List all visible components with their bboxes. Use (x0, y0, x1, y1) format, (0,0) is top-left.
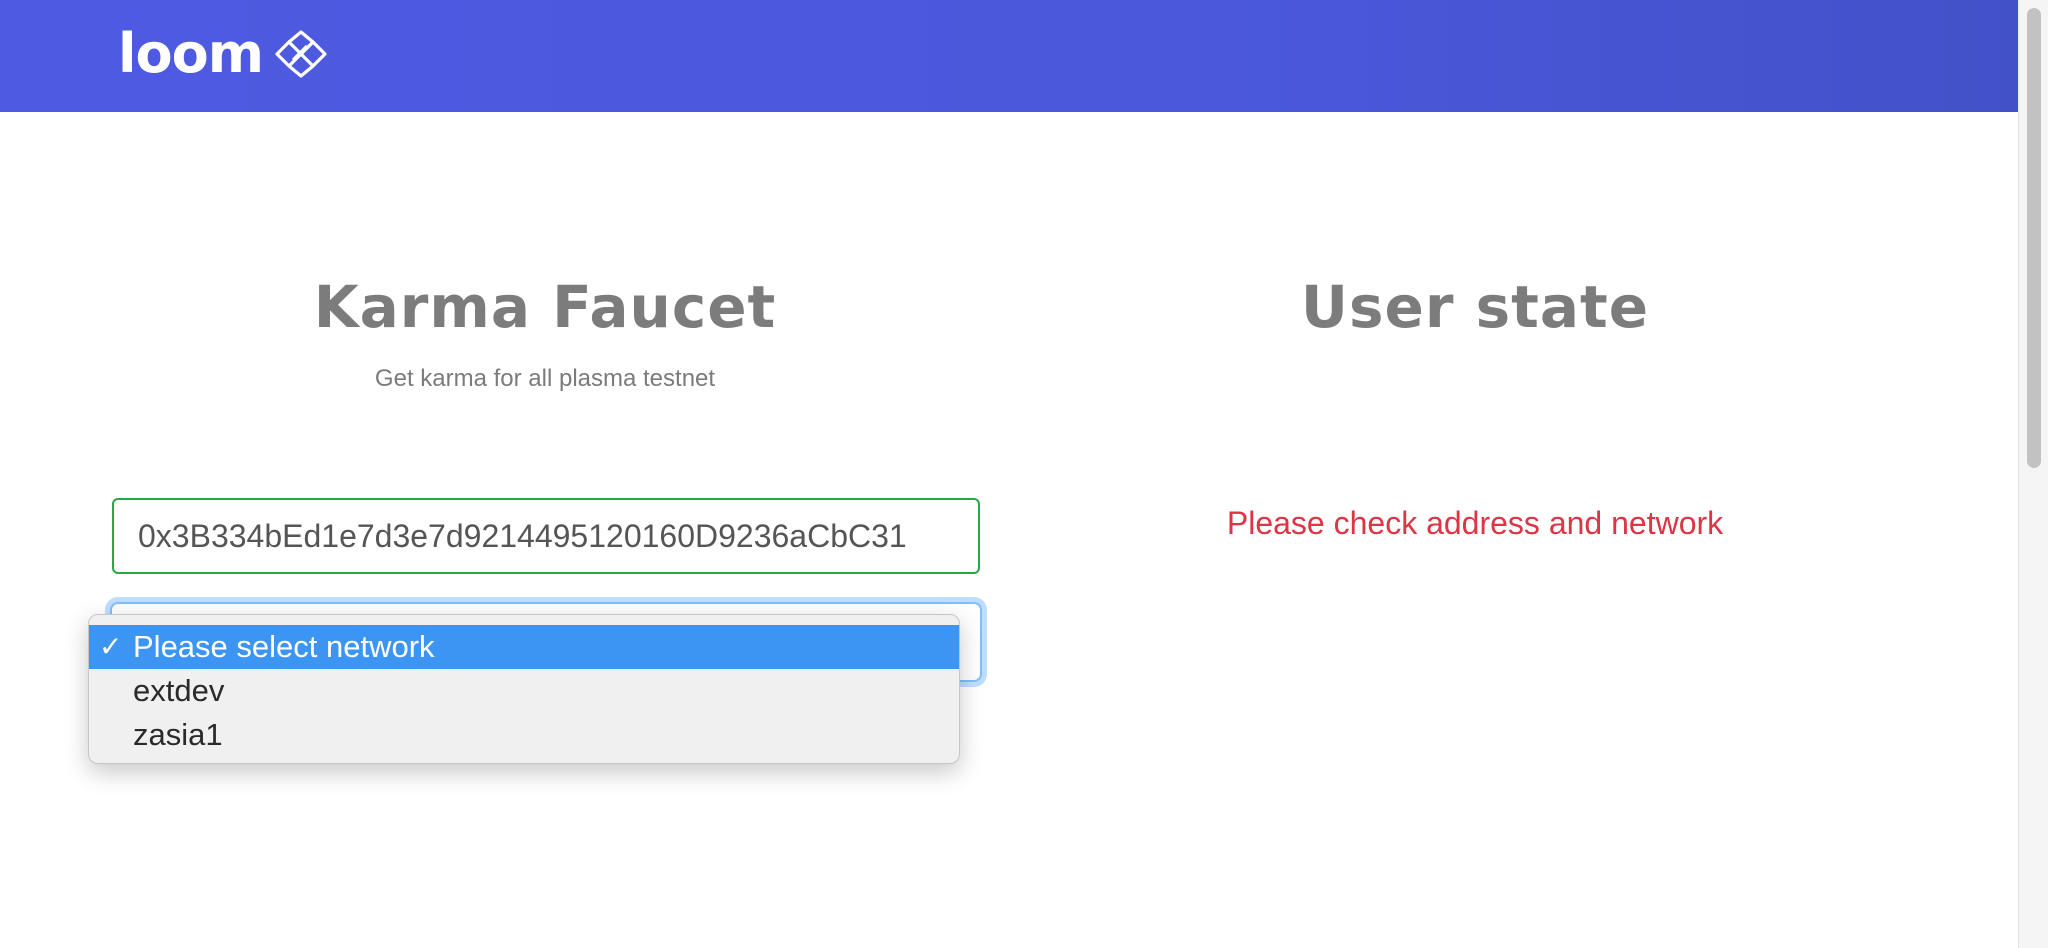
option-label: extdev (133, 673, 225, 708)
karma-faucet-section: Karma Faucet Get karma for all plasma te… (110, 270, 980, 394)
loom-network-icon (275, 30, 327, 78)
user-state-title: User state (1300, 273, 1650, 341)
network-option-extdev[interactable]: extdev (89, 669, 959, 713)
error-message: Please check address and network (1226, 505, 1724, 541)
vertical-scrollbar[interactable] (2018, 0, 2048, 948)
top-navbar: loom (0, 0, 2018, 112)
option-label: zasia1 (133, 717, 223, 752)
loom-logo[interactable]: loom (118, 26, 329, 82)
faucet-subtitle: Get karma for all plasma testnet (374, 365, 716, 392)
faucet-title: Karma Faucet (313, 273, 777, 341)
scrollbar-thumb[interactable] (2027, 8, 2041, 468)
network-option-placeholder[interactable]: ✓ Please select network (89, 625, 959, 669)
checkmark-icon: ✓ (99, 631, 123, 662)
network-dropdown-menu: ✓ Please select network extdev zasia1 (88, 614, 960, 764)
page: loom Karma Faucet Get karma for all plas… (0, 0, 2018, 948)
option-label: Please select network (133, 629, 435, 664)
address-input[interactable] (112, 498, 980, 574)
network-option-zasia1[interactable]: zasia1 (89, 713, 959, 757)
logo-wordmark: loom (118, 22, 264, 85)
user-state-section: User state (1160, 270, 1790, 344)
